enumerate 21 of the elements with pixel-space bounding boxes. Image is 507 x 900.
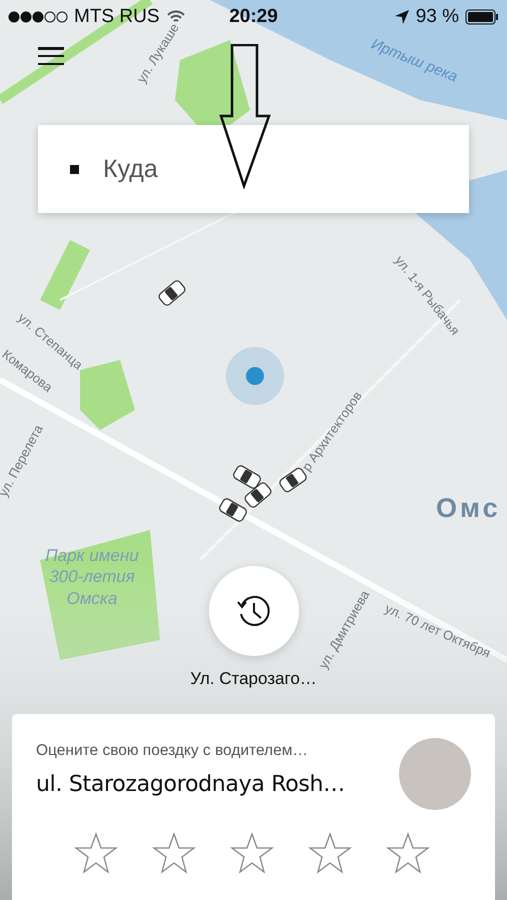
star-icon[interactable]: [74, 832, 118, 874]
star-icon[interactable]: [386, 832, 430, 874]
map-label: Парк имени 300-летия Омска: [44, 545, 140, 609]
battery-percent: 93 %: [416, 6, 460, 28]
rating-prompt: Оцените свою поездку с водителем…: [36, 742, 309, 760]
destination-field[interactable]: Куда: [38, 125, 469, 213]
map-label: Омс: [436, 493, 501, 524]
location-arrow-icon: [394, 9, 410, 25]
carrier-name: MTS RUS: [74, 6, 160, 27]
star-icon[interactable]: [152, 832, 196, 874]
signal-icon: [8, 11, 68, 23]
battery-icon: [465, 9, 500, 25]
park-area: [40, 240, 90, 310]
star-icon[interactable]: [230, 832, 274, 874]
trip-address: ul. Starozagorodnaya Rosh…: [36, 772, 345, 797]
menu-button[interactable]: [38, 44, 66, 68]
park-area: [80, 360, 135, 430]
star-icon[interactable]: [308, 832, 352, 874]
recent-place-link[interactable]: Ул. Старозаго…: [188, 668, 318, 690]
clock-time: 20:29: [229, 6, 278, 28]
location-dot-icon: [226, 347, 284, 405]
